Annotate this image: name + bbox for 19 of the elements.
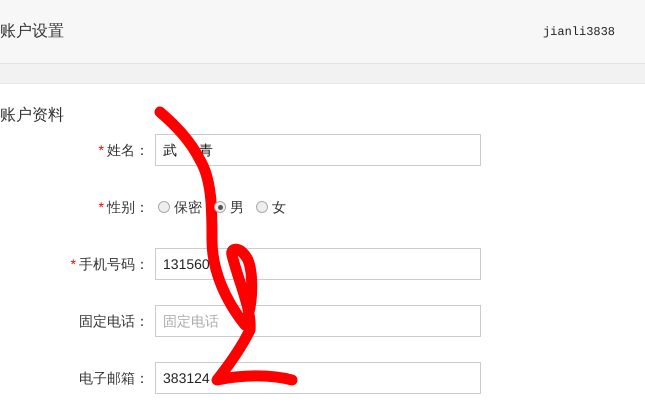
radio-option[interactable]: 女	[256, 196, 286, 218]
field-label: 固定电话：	[79, 312, 149, 330]
page-title: 账户设置	[0, 22, 64, 42]
username: jianli3838	[542, 24, 615, 40]
required-mark: *	[98, 140, 104, 160]
radio-option[interactable]: 保密	[158, 196, 202, 218]
field-label: 手机号码：	[79, 254, 149, 274]
field-label: 性别：	[107, 198, 149, 216]
radio-icon	[256, 201, 268, 213]
input-field[interactable]: 383124	[155, 362, 481, 394]
input-field[interactable]: 131560	[155, 248, 481, 280]
radio-icon	[158, 201, 170, 213]
radio-option[interactable]: 男	[214, 196, 244, 218]
required-mark: *	[98, 198, 104, 216]
field-label: 姓名：	[107, 140, 149, 160]
radio-icon	[214, 201, 226, 213]
section-title: 账户资料	[0, 106, 65, 126]
field-label: 电子邮箱：	[79, 368, 149, 388]
required-mark: *	[70, 254, 76, 274]
